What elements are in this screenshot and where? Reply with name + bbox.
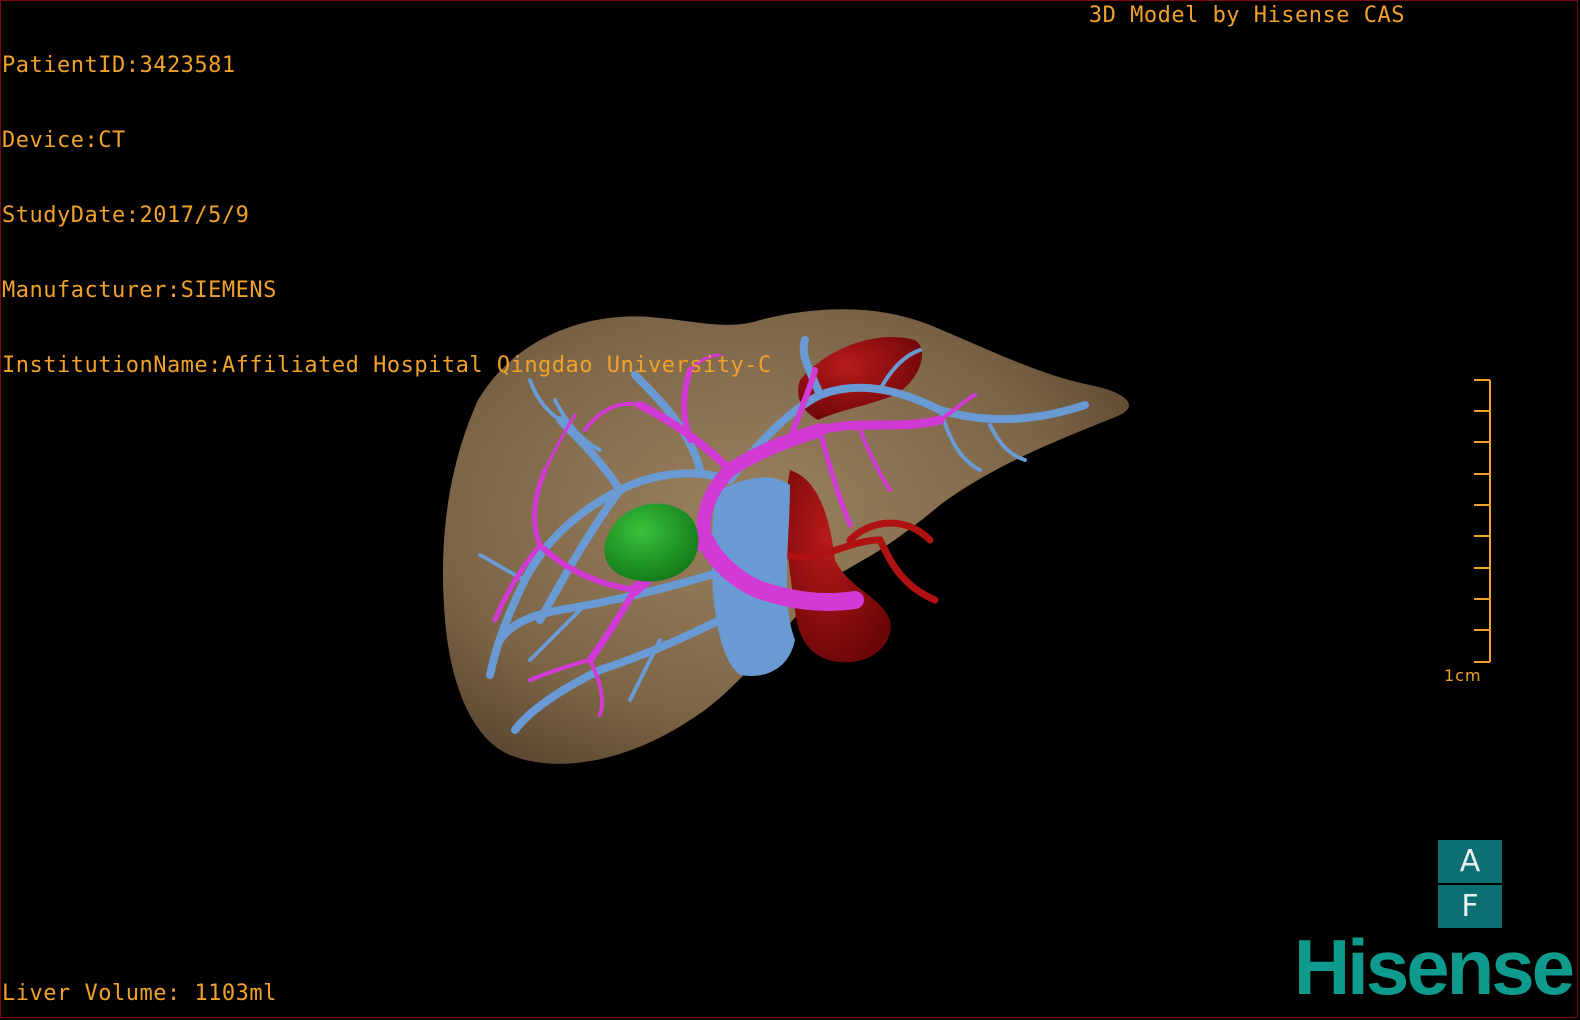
manufacturer: Manufacturer:SIEMENS bbox=[2, 278, 277, 303]
liver-volume: Liver Volume: 1103ml bbox=[2, 981, 277, 1006]
orientation-anterior[interactable]: A bbox=[1438, 840, 1502, 883]
orientation-cube[interactable]: A F bbox=[1438, 840, 1502, 928]
model-credit: 3D Model by Hisense CAS bbox=[1088, 3, 1405, 28]
scale-bar bbox=[1474, 379, 1491, 663]
institution-name: InstitutionName:Affiliated Hospital Qing… bbox=[2, 353, 772, 378]
study-date: StudyDate:2017/5/9 bbox=[2, 203, 250, 228]
brand-logo: Hisense bbox=[1293, 923, 1575, 1011]
scale-bar-label: 1cm bbox=[1444, 666, 1482, 685]
device: Device:CT bbox=[2, 128, 126, 153]
patient-id: PatientID:3423581 bbox=[2, 53, 236, 78]
orientation-foot[interactable]: F bbox=[1438, 885, 1502, 928]
patient-info-overlay: PatientID:3423581 Device:CT StudyDate:20… bbox=[2, 3, 772, 403]
